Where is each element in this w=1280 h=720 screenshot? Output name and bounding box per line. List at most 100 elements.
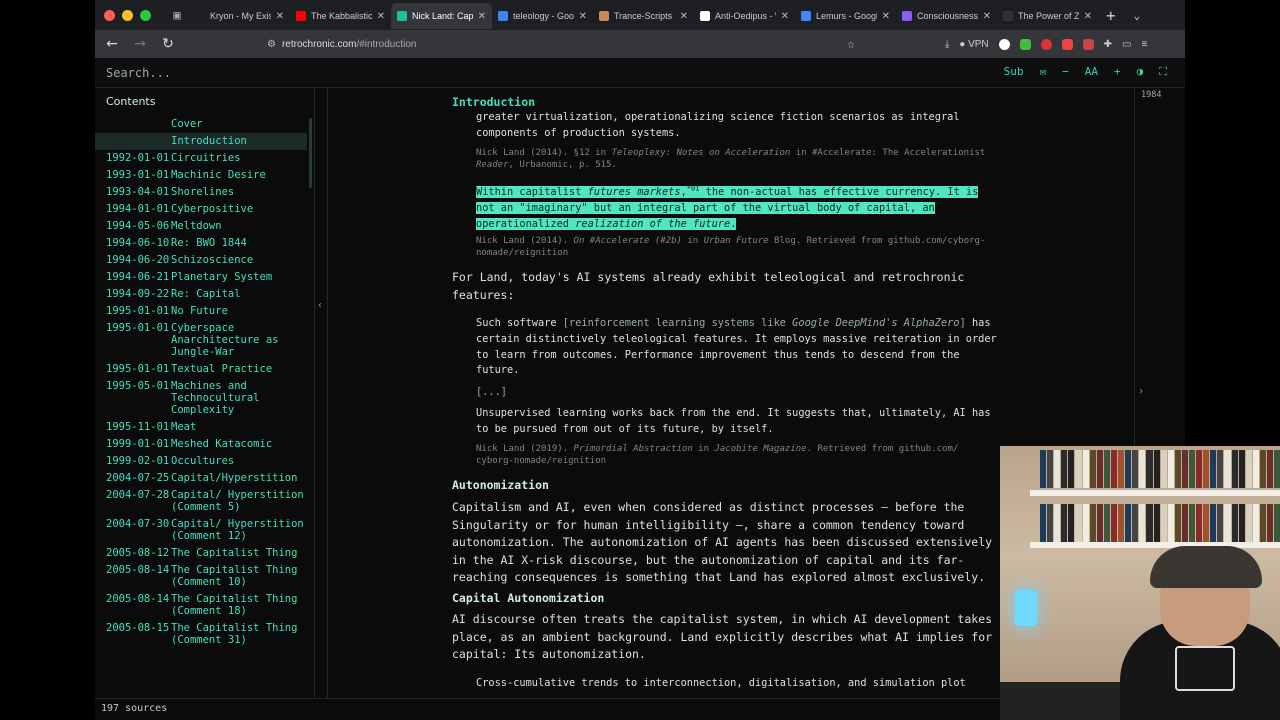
new-tab-button[interactable]: +: [1106, 6, 1116, 25]
url-path: /#introduction: [356, 38, 417, 50]
mail-icon[interactable]: ✉: [1040, 65, 1047, 79]
toc-title: Cover: [171, 118, 203, 130]
download-icon[interactable]: ⤓: [945, 39, 949, 50]
toc-item[interactable]: 1994-06-21 Planetary System: [95, 269, 307, 286]
toc-item[interactable]: 1994-06-10 Re: BWO 1844: [95, 235, 307, 252]
toc-item[interactable]: Introduction: [95, 133, 307, 150]
app-header: Search... Sub ✉ − AA + ◑ ⛶: [95, 58, 1185, 88]
browser-tab[interactable]: Lemurs - Google ✕: [795, 3, 896, 29]
toc-item[interactable]: 1999-01-01 Meshed Katacomic: [95, 436, 307, 453]
toc-item[interactable]: 1999-02-01 Occultures: [95, 453, 307, 470]
tab-title: Kryon - My Existe: [210, 11, 271, 21]
vpn-badge[interactable]: ● VPN: [959, 39, 988, 50]
toc-item[interactable]: 1994-01-01 Cyberpositive: [95, 201, 307, 218]
browser-tab[interactable]: Consciousness I ✕: [896, 3, 997, 29]
toc-item[interactable]: 2005-08-12 The Capitalist Thing: [95, 545, 307, 562]
toc-title: The Capitalist Thing (Comment 18): [171, 593, 298, 617]
tab-title: Trance-Scripts: [614, 11, 673, 21]
toc-item[interactable]: 1992-01-01 Circuitries: [95, 150, 307, 167]
close-tab-icon[interactable]: ✕: [377, 11, 385, 22]
toc-item[interactable]: 1993-04-01 Shorelines: [95, 184, 307, 201]
browser-tab[interactable]: The Power of Zero - ✕: [997, 3, 1098, 29]
quote-cross-cumulative: Cross-cumulative trends to interconnecti…: [476, 677, 966, 689]
contents-sidebar: Contents Cover Introduction 1992-01-01 Circ…: [95, 88, 315, 698]
browser-tab[interactable]: teleology - Goog ✕: [492, 3, 593, 29]
font-size-icon[interactable]: AA: [1085, 65, 1098, 79]
toc-item[interactable]: 1994-06-20 Schizoscience: [95, 252, 307, 269]
site-info-icon[interactable]: ⚙: [267, 39, 276, 50]
browser-tab[interactable]: Nick Land: Capit ✕: [391, 3, 492, 29]
quote-top: greater virtualization, operationalizing…: [476, 111, 960, 139]
browser-tab[interactable]: Trance-Scripts ✕: [593, 3, 694, 29]
reload-button[interactable]: ↻: [159, 36, 177, 52]
close-tab-icon[interactable]: ✕: [983, 11, 991, 22]
maximize-window-button[interactable]: [140, 9, 151, 21]
sidebar-panel-icon[interactable]: ▭: [1122, 39, 1131, 50]
close-tab-icon[interactable]: ✕: [680, 11, 688, 22]
extensions-puzzle-icon[interactable]: ✚: [1104, 39, 1112, 50]
expand-panel-chevron-icon[interactable]: ›: [1138, 386, 1144, 397]
tab-overview-icon[interactable]: ▣: [165, 8, 189, 22]
toc-item[interactable]: 2004-07-25 Capital/Hyperstition: [95, 470, 307, 487]
toc-item[interactable]: 2005-08-14 The Capitalist Thing (Comment …: [95, 562, 307, 591]
close-tab-icon[interactable]: ✕: [276, 11, 284, 22]
bookshelf-books-top: [1040, 450, 1280, 488]
back-button[interactable]: ←: [103, 36, 121, 52]
close-tab-icon[interactable]: ✕: [781, 11, 789, 22]
fullscreen-icon[interactable]: ⛶: [1159, 65, 1167, 79]
collapse-sidebar-chevron-icon[interactable]: ‹: [317, 300, 323, 311]
toc-title: The Capitalist Thing: [171, 547, 298, 559]
extension-icon-1[interactable]: [998, 38, 1010, 50]
extension-icon-4[interactable]: [1061, 38, 1073, 50]
toc-item[interactable]: 1995-11-01 Meat: [95, 419, 307, 436]
sub-button[interactable]: Sub: [1004, 65, 1024, 79]
tab-title: Nick Land: Capit: [412, 11, 473, 21]
toc-item[interactable]: 1994-09-22 Re: Capital: [95, 286, 307, 303]
paragraph-land-ai: For Land, today's AI systems already exh…: [452, 270, 965, 302]
bookmark-star-icon[interactable]: ☆: [847, 37, 855, 52]
forward-button[interactable]: →: [131, 36, 149, 52]
sidebar-scrollbar[interactable]: [309, 118, 312, 188]
toc-date: 1999-01-01: [106, 438, 170, 450]
extension-icon-3[interactable]: [1040, 38, 1052, 50]
url-field[interactable]: ⚙ retrochronic.com/#introduction: [267, 39, 837, 50]
search-input[interactable]: Search...: [95, 66, 325, 80]
toc-item[interactable]: 2004-07-30 Capital/ Hyperstition (Comment…: [95, 516, 307, 545]
close-tab-icon[interactable]: ✕: [1084, 11, 1092, 22]
contrast-icon[interactable]: ◑: [1137, 65, 1144, 79]
toc-date: 1994-06-10: [106, 237, 170, 249]
toc-date: [106, 135, 171, 147]
toc-title: Capital/ Hyperstition (Comment 12): [171, 518, 304, 542]
toc-item[interactable]: 2005-08-14 The Capitalist Thing (Comment …: [95, 591, 307, 620]
section-title: Introduction: [452, 95, 536, 109]
browser-tab[interactable]: Anti-Oedipus - W ✕: [694, 3, 795, 29]
tab-search-chevron-icon[interactable]: ⌄: [1134, 9, 1141, 22]
highlighted-quote[interactable]: Within capitalist futures markets,*01 th…: [476, 182, 1006, 233]
toc-item[interactable]: 1994-05-06 Meltdown: [95, 218, 307, 235]
heading-capital-autonomization: Capital Autonomization: [452, 591, 605, 605]
toc-item[interactable]: 1995-05-01 Machines and Technocultural Co…: [95, 378, 307, 419]
close-tab-icon[interactable]: ✕: [579, 11, 587, 22]
toc-item[interactable]: 2004-07-28 Capital/ Hyperstition (Comment…: [95, 487, 307, 516]
toc-item[interactable]: 1995-01-01 No Future: [95, 303, 307, 320]
zoom-in-button[interactable]: +: [1114, 65, 1121, 79]
toc-title: Machinic Desire: [171, 169, 266, 181]
toc-item[interactable]: Cover: [95, 116, 307, 133]
browser-tab[interactable]: Kryon - My Existe ✕: [189, 3, 290, 29]
close-window-button[interactable]: [104, 9, 115, 21]
toc-item[interactable]: 1995-01-01 Cyberspace Anarchitecture as J…: [95, 320, 307, 361]
close-tab-icon[interactable]: ✕: [882, 11, 890, 22]
paragraph-autonomization: Capitalism and AI, even when considered …: [452, 500, 993, 584]
toc-item[interactable]: 2005-08-15 The Capitalist Thing (Comment …: [95, 620, 307, 649]
extension-icon-5[interactable]: [1082, 38, 1094, 50]
zoom-out-button[interactable]: −: [1062, 65, 1069, 79]
toc-item[interactable]: 1995-01-01 Textual Practice: [95, 361, 307, 378]
toc-title: Meat: [171, 421, 197, 433]
close-tab-icon[interactable]: ✕: [478, 11, 486, 22]
toc-item[interactable]: 1993-01-01 Machinic Desire: [95, 167, 307, 184]
extension-icon-2[interactable]: [1019, 38, 1031, 50]
browser-tab[interactable]: The Kabbalistic V ✕: [290, 3, 391, 29]
browser-menu-icon[interactable]: ≡: [1141, 39, 1147, 50]
toc-date: [106, 118, 171, 130]
minimize-window-button[interactable]: [122, 9, 133, 21]
